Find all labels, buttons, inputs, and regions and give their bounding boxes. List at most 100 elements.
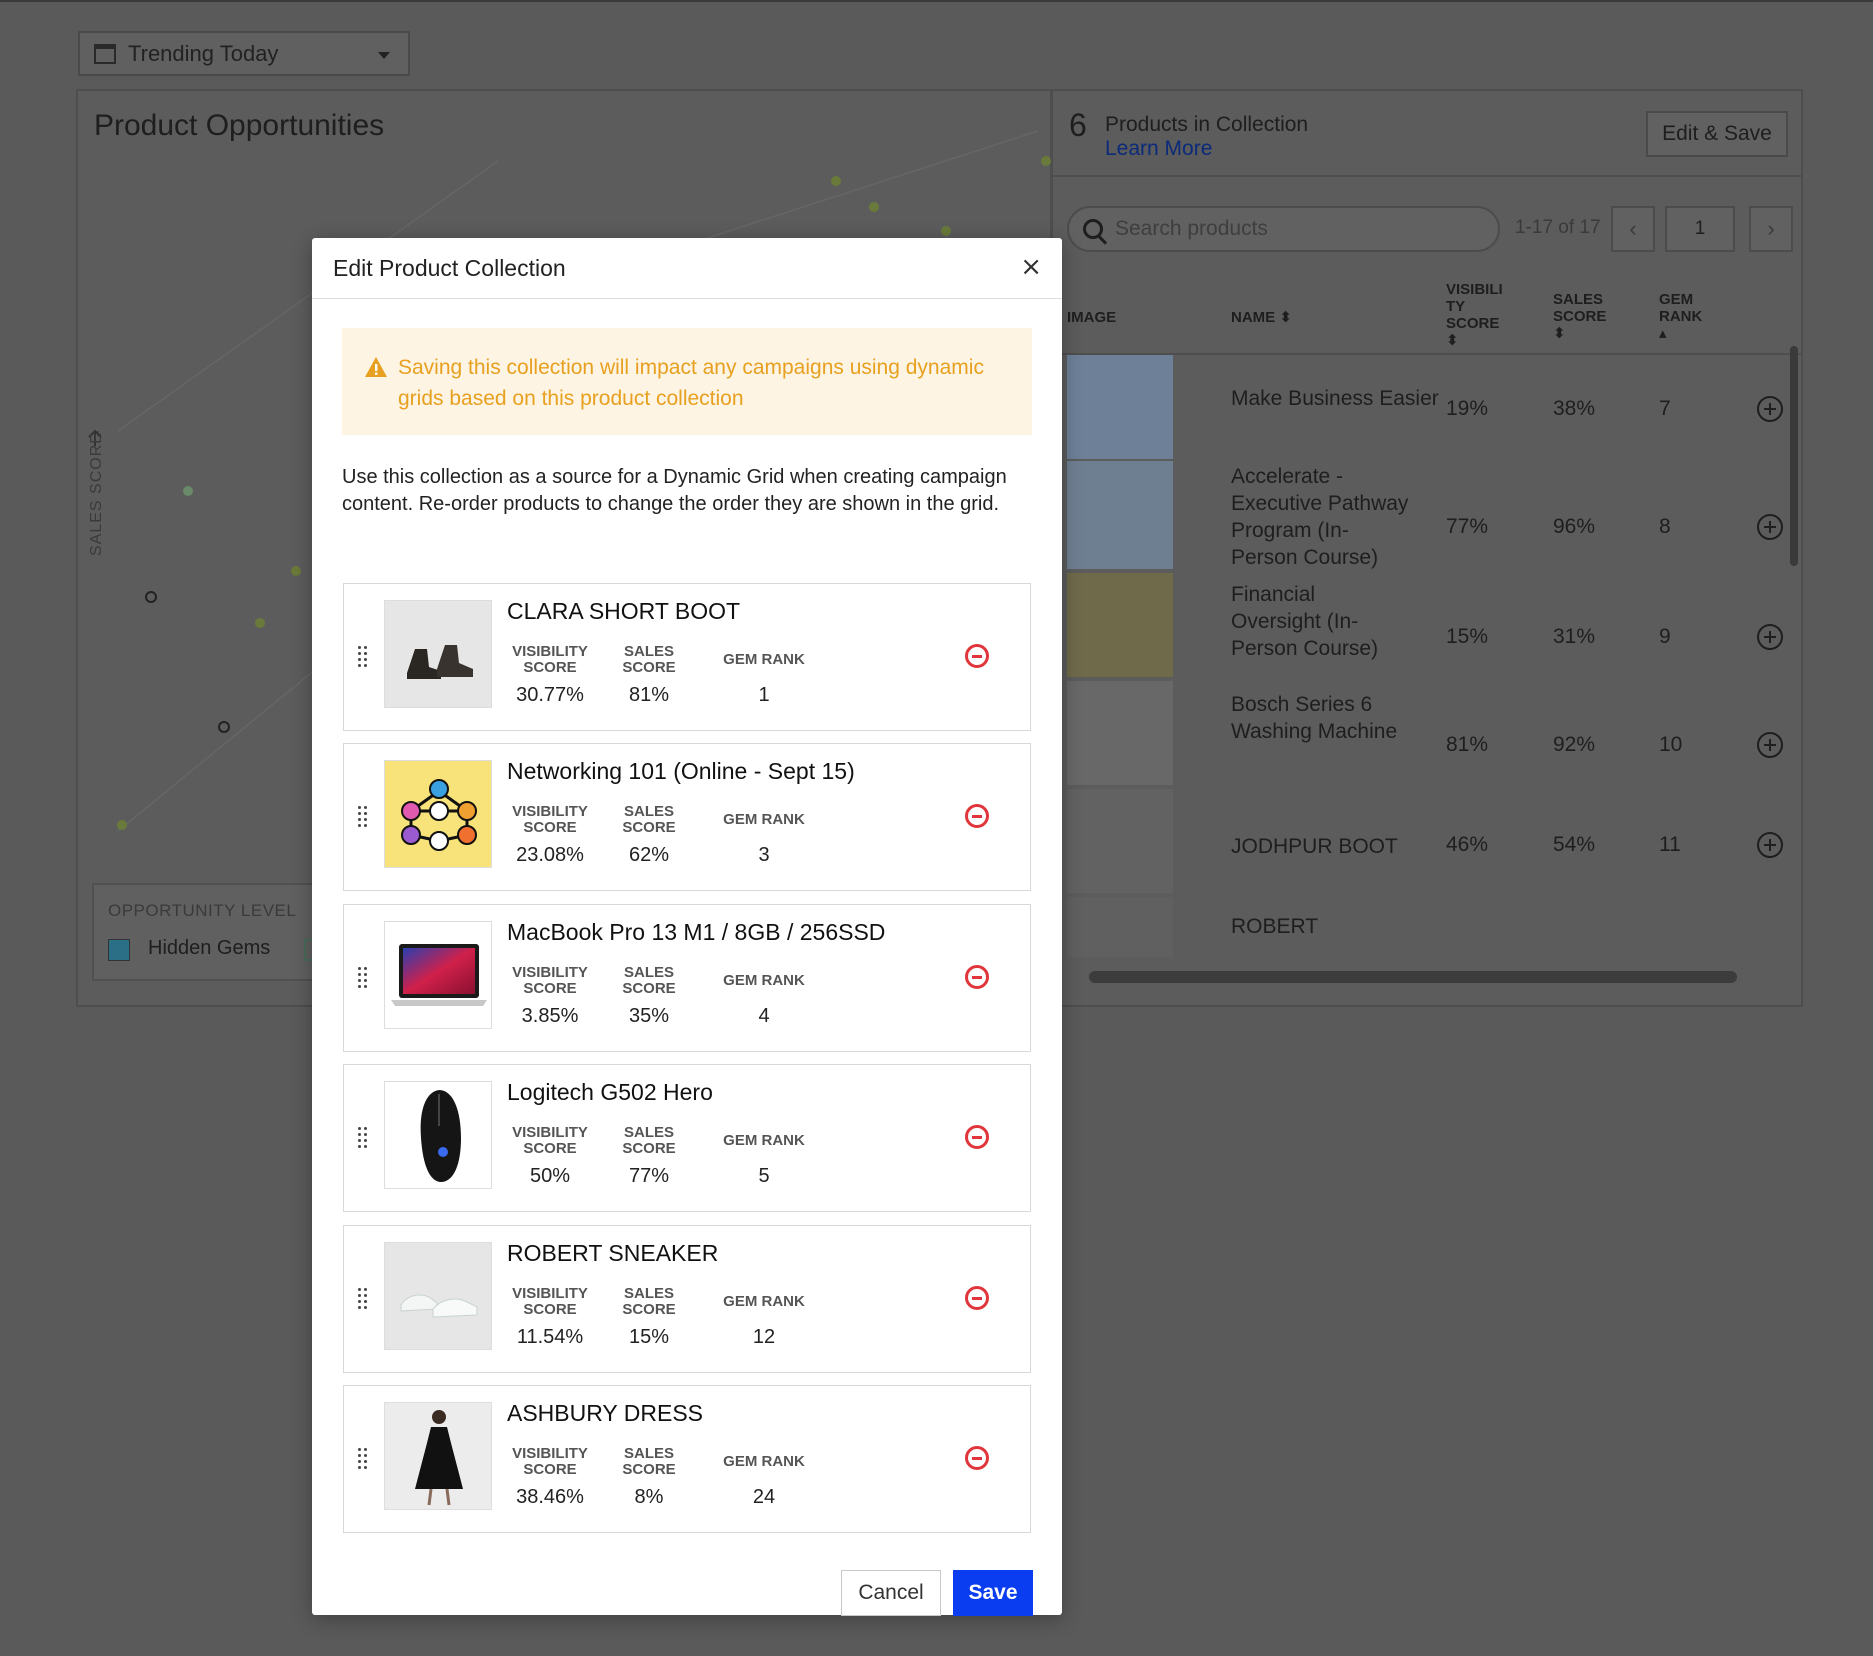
visibility-value: 30.77%: [516, 684, 584, 706]
product-card[interactable]: Networking 101 (Online - Sept 15) VISIBI…: [343, 743, 1031, 891]
vertical-scrollbar[interactable]: [1787, 316, 1799, 966]
product-card[interactable]: MacBook Pro 13 M1 / 8GB / 256SSD VISIBIL…: [343, 904, 1031, 1052]
sales-value: 77%: [628, 1165, 670, 1187]
scatter-point[interactable]: [831, 176, 841, 186]
drag-handle-icon[interactable]: [358, 967, 370, 989]
visibility-value: 19%: [1446, 397, 1489, 420]
modal-title: Edit Product Collection: [333, 255, 566, 281]
legend-swatch[interactable]: [108, 939, 130, 961]
scatter-point[interactable]: [117, 820, 127, 830]
product-name: Make Business Easier: [1231, 387, 1439, 410]
drag-handle-icon[interactable]: [358, 646, 370, 668]
product-name: CLARA SHORT BOOT: [507, 598, 741, 624]
add-product-icon[interactable]: [1757, 624, 1783, 650]
sales-label: SALES SCORE: [622, 1445, 676, 1478]
column-header-label: GEM RANK: [1659, 291, 1703, 325]
warning-banner: Saving this collection will impact any c…: [342, 328, 1032, 435]
sales-label: SALES SCORE: [622, 643, 676, 676]
sales-value: 15%: [628, 1326, 670, 1348]
visibility-value: 23.08%: [516, 844, 584, 866]
column-header-visibility[interactable]: VISIBILI TY SCORE ⬍: [1446, 281, 1506, 349]
visibility-value: 77%: [1446, 515, 1489, 538]
column-header-gem-rank[interactable]: GEM RANK ▴: [1659, 291, 1709, 342]
remove-product-icon[interactable]: [965, 644, 989, 668]
visibility-label: VISIBILITY SCORE: [512, 1285, 588, 1318]
remove-product-icon[interactable]: [965, 804, 989, 828]
column-header-sales[interactable]: SALES SCORE ⬍: [1553, 291, 1613, 342]
gem-rank-value: 5: [758, 1165, 770, 1187]
scatter-point[interactable]: [183, 486, 193, 496]
gem-rank-label: GEM RANK: [723, 1132, 805, 1149]
product-thumbnail: [1067, 355, 1173, 459]
visibility-value: 50%: [529, 1165, 571, 1187]
legend-item-hidden-gems[interactable]: Hidden Gems: [148, 937, 270, 960]
product-card[interactable]: ASHBURY DRESS VISIBILITY SCORE SALES SCO…: [343, 1385, 1031, 1533]
product-name: ASHBURY DRESS: [507, 1400, 703, 1426]
add-product-icon[interactable]: [1757, 396, 1783, 422]
remove-product-icon[interactable]: [965, 1125, 989, 1149]
gem-rank-value: 8: [1659, 515, 1671, 538]
trend-line: [697, 130, 1039, 242]
add-product-icon[interactable]: [1757, 832, 1783, 858]
network-diagram-image: [401, 779, 477, 851]
save-button[interactable]: Save: [953, 1570, 1033, 1616]
product-name: Networking 101 (Online - Sept 15): [507, 758, 855, 784]
scatter-point[interactable]: [1041, 156, 1051, 166]
drag-handle-icon[interactable]: [358, 1127, 370, 1149]
edit-save-button[interactable]: Edit & Save: [1646, 111, 1788, 157]
cancel-button[interactable]: Cancel: [841, 1570, 941, 1616]
scatter-point[interactable]: [218, 721, 230, 733]
scatter-point[interactable]: [291, 566, 301, 576]
product-thumbnail: [1067, 897, 1173, 957]
add-product-icon[interactable]: [1757, 514, 1783, 540]
product-name: Accelerate - Executive Pathway Program (…: [1231, 465, 1409, 569]
product-card[interactable]: CLARA SHORT BOOT VISIBILITY SCORE SALES …: [343, 583, 1031, 731]
prev-page-button[interactable]: ‹: [1611, 206, 1655, 252]
drag-handle-icon[interactable]: [358, 1288, 370, 1310]
sneaker-image: [400, 1294, 478, 1318]
search-input[interactable]: [1115, 217, 1475, 241]
date-filter-dropdown[interactable]: Trending Today: [78, 31, 410, 76]
product-name: Bosch Series 6 Washing Machine: [1231, 693, 1398, 743]
chevron-right-icon: ›: [1767, 216, 1775, 241]
product-image: [384, 1081, 492, 1189]
sales-label: SALES SCORE: [622, 803, 676, 836]
column-header-label: VISIBILI TY SCORE: [1446, 281, 1503, 332]
modal-header: Edit Product Collection ×: [312, 238, 1062, 299]
gem-rank-label: GEM RANK: [723, 651, 805, 668]
scatter-point[interactable]: [941, 226, 951, 236]
add-product-icon[interactable]: [1757, 732, 1783, 758]
pager-text: 1-17 of 17: [1515, 217, 1601, 238]
learn-more-link[interactable]: Learn More: [1105, 137, 1212, 161]
horizontal-scrollbar[interactable]: [1089, 971, 1737, 983]
scatter-point[interactable]: [869, 202, 879, 212]
gem-rank-value: 3: [758, 844, 770, 866]
product-image: [384, 1242, 492, 1350]
remove-product-icon[interactable]: [965, 1286, 989, 1310]
visibility-value: 11.54%: [516, 1326, 584, 1348]
product-image: [384, 921, 492, 1029]
sales-label: SALES SCORE: [622, 964, 676, 997]
product-card[interactable]: Logitech G502 Hero VISIBILITY SCORE SALE…: [343, 1064, 1031, 1212]
page-input[interactable]: 1: [1665, 206, 1735, 252]
scrollbar-thumb[interactable]: [1790, 346, 1798, 566]
next-page-button[interactable]: ›: [1749, 206, 1793, 252]
gem-rank-value: 4: [758, 1005, 770, 1027]
remove-product-icon[interactable]: [965, 965, 989, 989]
drag-handle-icon[interactable]: [358, 806, 370, 828]
close-button[interactable]: ×: [1020, 252, 1042, 282]
scatter-point[interactable]: [145, 591, 157, 603]
scatter-point[interactable]: [255, 618, 265, 628]
sales-label: SALES SCORE: [622, 1124, 676, 1157]
visibility-label: VISIBILITY SCORE: [512, 1124, 588, 1157]
sales-value: 35%: [628, 1005, 670, 1027]
product-card[interactable]: ROBERT SNEAKER VISIBILITY SCORE SALES SC…: [343, 1225, 1031, 1373]
remove-product-icon[interactable]: [965, 1446, 989, 1470]
column-header-name[interactable]: NAME ⬍: [1231, 309, 1292, 326]
product-thumbnail: [1067, 789, 1173, 893]
gem-rank-label: GEM RANK: [723, 972, 805, 989]
drag-handle-icon[interactable]: [358, 1448, 370, 1470]
visibility-value: 38.46%: [516, 1486, 584, 1508]
search-box[interactable]: [1067, 206, 1500, 252]
visibility-value: 15%: [1446, 625, 1489, 648]
